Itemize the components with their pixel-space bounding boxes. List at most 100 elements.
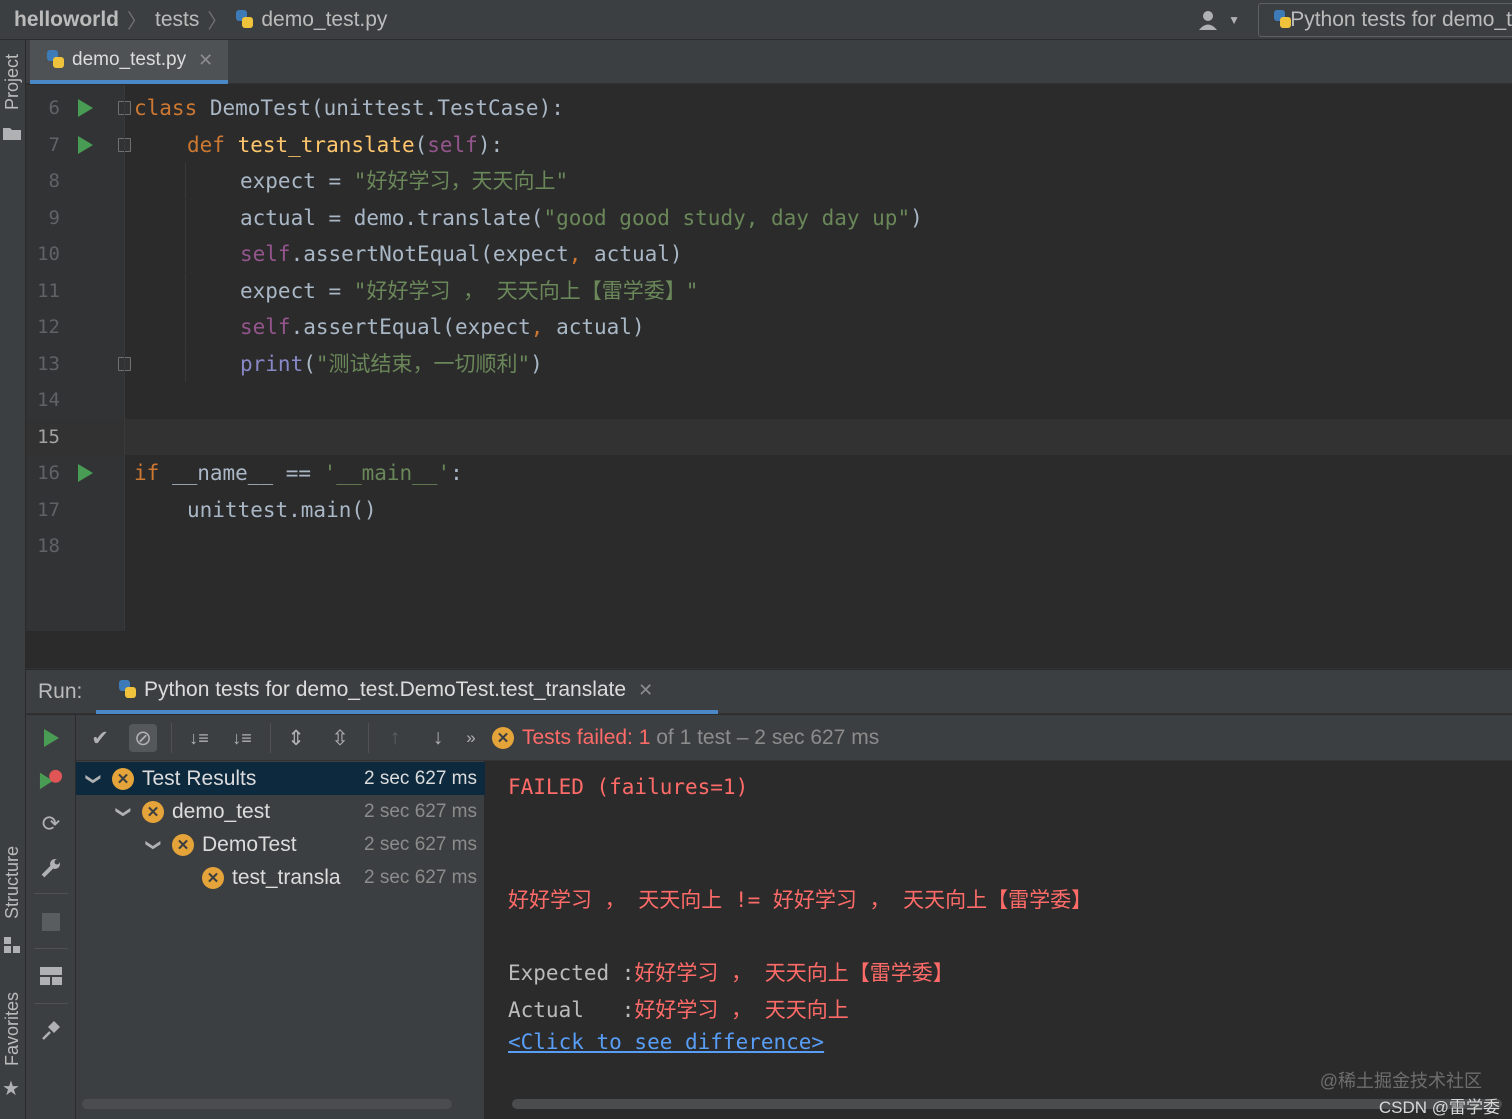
code-token: )	[910, 205, 923, 230]
project-tool-button[interactable]: Project	[2, 54, 23, 110]
line-number: 7	[48, 133, 60, 156]
stop-button[interactable]	[39, 910, 63, 934]
code-token: if	[134, 461, 172, 485]
code-line[interactable]: 9 actual = demo.translate("good good stud…	[26, 199, 1512, 236]
show-passed-button[interactable]: ✔	[86, 724, 114, 752]
code-token: self	[427, 132, 478, 157]
sort-alphabetically-button[interactable]: ↓≡	[185, 724, 213, 752]
ignored-icon: ⊘	[134, 726, 152, 750]
code-token: "好好学习，天天向上"	[353, 169, 569, 193]
rerun-failed-button[interactable]	[39, 768, 63, 792]
code-editor[interactable]: 6 class DemoTest(unittest.TestCase): 7 def …	[26, 85, 1512, 631]
csdn-watermark: CSDN @雷学委	[1378, 1098, 1500, 1117]
code-text: print("测试结束，一切顺利")	[240, 346, 543, 382]
navigation-bar: helloworld 〉 tests 〉 demo_test.py ▼ Pyth…	[0, 0, 1512, 40]
code-line[interactable]: 8 expect = "好好学习，天天向上"	[26, 163, 1512, 199]
test-tree-item[interactable]: ✕ test_transla 2 sec 627 ms	[76, 861, 485, 894]
run-gutter-icon[interactable]	[78, 99, 93, 117]
star-icon: ★	[2, 1078, 20, 1100]
gutter-divider	[124, 85, 125, 631]
test-tree-item[interactable]: ❯ ✕ demo_test 2 sec 627 ms	[76, 795, 485, 828]
test-tree-item[interactable]: ❯ ✕ Test Results 2 sec 627 ms	[76, 762, 485, 795]
code-token: expect =	[240, 278, 354, 303]
code-line[interactable]: 10 self.assertNotEqual(expect, actual)	[26, 236, 1512, 272]
actual-label: Actual :	[508, 998, 635, 1022]
code-line[interactable]: 11 expect = "好好学习 ， 天天向上【雷学委】"	[26, 272, 1512, 309]
line-number: 8	[48, 170, 60, 192]
more-actions-button[interactable]: »	[457, 724, 485, 752]
user-menu-button[interactable]: ▼	[1198, 9, 1240, 31]
close-icon[interactable]: ✕	[198, 50, 213, 71]
breadcrumb-file[interactable]: demo_test.py	[261, 8, 387, 32]
line-number: 11	[37, 279, 60, 302]
code-token: .assertNotEqual(expect	[290, 242, 569, 266]
test-name: DemoTest	[202, 832, 297, 856]
test-results-tree[interactable]: ❯ ✕ Test Results 2 sec 627 ms ❯ ✕ demo_test 2 s…	[76, 761, 485, 1119]
chevron-down-icon[interactable]: ❯	[145, 837, 163, 853]
code-line[interactable]: 17 unittest.main()	[26, 492, 1512, 528]
test-duration: 2 sec 627 ms	[364, 866, 477, 888]
code-line[interactable]: 14	[26, 382, 1512, 418]
code-line[interactable]: 18	[26, 528, 1512, 564]
code-token: self	[240, 315, 291, 339]
favorites-tool-button[interactable]: Favorites	[2, 992, 23, 1066]
tab-demo-test[interactable]: demo_test.py ✕	[30, 40, 228, 84]
close-icon[interactable]: ✕	[638, 680, 653, 701]
code-line[interactable]: 13 print("测试结束，一切顺利")	[26, 345, 1512, 382]
run-configuration-selector[interactable]: Python tests for demo_t	[1258, 3, 1512, 37]
previous-failed-button[interactable]: ↑	[381, 724, 409, 752]
code-line[interactable]: 15	[26, 418, 1512, 455]
collapse-all-button[interactable]: ⇳	[326, 724, 354, 752]
code-text: self.assertEqual(expect, actual)	[240, 309, 645, 345]
run-gutter-icon[interactable]	[78, 135, 93, 154]
code-line[interactable]: 12 self.assertEqual(expect, actual)	[26, 309, 1512, 345]
settings-button[interactable]	[39, 856, 63, 880]
toggle-auto-test-button[interactable]: ⟳	[39, 811, 63, 836]
code-token: "测试结束，一切顺利"	[315, 351, 531, 376]
chevron-down-icon[interactable]: ❯	[85, 771, 103, 787]
run-panel-header: Run: Python tests for demo_test.DemoTest…	[26, 670, 1512, 714]
show-ignored-button[interactable]: ⊘	[129, 724, 157, 752]
expand-all-button[interactable]: ⇕	[282, 724, 310, 752]
tree-horizontal-scrollbar[interactable]	[82, 1099, 452, 1109]
indent-guide	[185, 309, 186, 345]
sort-alpha-icon: ↓≡	[189, 727, 209, 748]
chevron-down-icon[interactable]: ❯	[115, 804, 133, 820]
breadcrumb-project[interactable]: helloworld	[14, 8, 119, 32]
run-gutter-icon[interactable]	[78, 464, 93, 482]
layout-button[interactable]	[39, 964, 63, 988]
line-number: 14	[37, 389, 60, 411]
test-tree-item[interactable]: ❯ ✕ DemoTest 2 sec 627 ms	[76, 828, 485, 861]
code-line[interactable]: 16 if __name__ == '__main__':	[26, 455, 1512, 491]
run-toolbar: ✔ ⊘ ↓≡ ↓≡ ⇕ ⇳ ↑ ↓ » ✕ Tests failed: 1 of…	[76, 715, 1512, 761]
left-tool-strip: Project Structure Favorites ★	[0, 40, 26, 1119]
code-line[interactable]: 6 class DemoTest(unittest.TestCase):	[26, 90, 1512, 126]
toolbar-separator	[270, 723, 271, 753]
sort-by-duration-button[interactable]: ↓≡	[228, 724, 256, 752]
pin-button[interactable]	[39, 1018, 63, 1042]
editor-tab-bar: demo_test.py ✕	[26, 40, 1512, 84]
structure-tool-button[interactable]: Structure	[2, 846, 23, 919]
console-output[interactable]: FAILED (failures=1) 好好学习 ， 天天向上 != 好好学习 …	[486, 761, 1512, 1119]
line-number: 17	[37, 498, 60, 521]
indent-guide	[185, 199, 186, 236]
toolbar-separator	[368, 723, 369, 753]
run-tab[interactable]: Python tests for demo_test.DemoTest.test…	[96, 670, 718, 714]
failed-icon: ✕	[492, 727, 514, 749]
rerun-failed-icon	[39, 769, 63, 790]
breadcrumb-folder[interactable]: tests	[155, 8, 199, 32]
python-file-icon	[235, 9, 255, 31]
tests-summary-text: of 1 test – 2 sec 627 ms	[650, 726, 880, 749]
pin-icon	[42, 1021, 60, 1040]
see-difference-link[interactable]: <Click to see difference>	[508, 1030, 824, 1054]
rerun-button[interactable]	[39, 726, 63, 750]
line-number: 6	[48, 97, 60, 119]
code-token: actual = demo.translate(	[240, 205, 544, 230]
indent-guide	[185, 236, 186, 272]
console-horizontal-scrollbar[interactable]	[512, 1099, 1502, 1109]
code-token: '__main__'	[323, 461, 451, 485]
next-failed-button[interactable]: ↓	[424, 724, 452, 752]
code-line[interactable]: 7 def test_translate(self):	[26, 127, 1512, 163]
wrench-icon	[41, 859, 60, 878]
code-token: class	[134, 96, 210, 120]
